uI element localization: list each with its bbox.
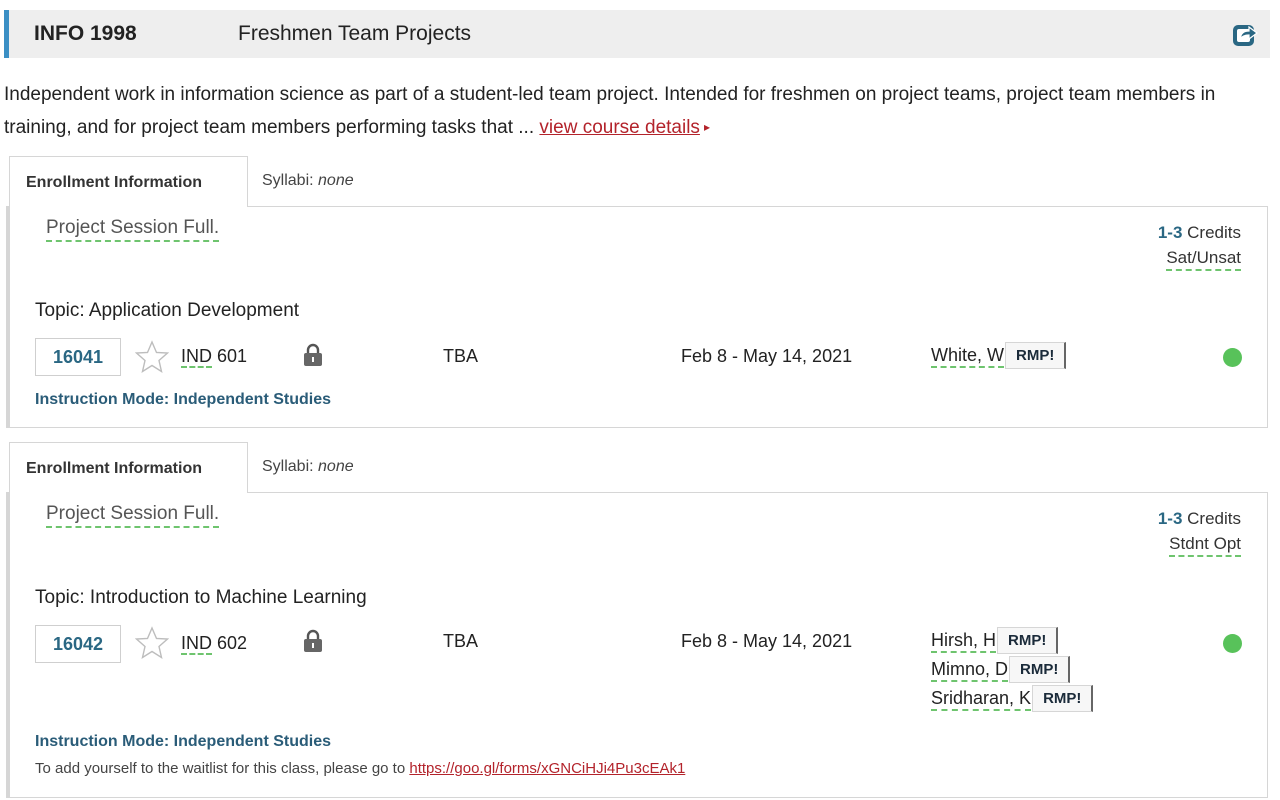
instructor-row: Sridharan, K RMP! xyxy=(931,684,1094,713)
credits-label: Credits xyxy=(1182,223,1241,242)
tab-syllabi[interactable]: Syllabi: none xyxy=(262,172,354,190)
instructors: White, W RMP! xyxy=(931,341,1067,370)
meeting-time: TBA xyxy=(443,346,479,366)
open-status-indicator xyxy=(1223,348,1242,367)
view-course-details-link[interactable]: view course details xyxy=(539,117,700,138)
rmp-button[interactable]: RMP! xyxy=(1009,656,1071,683)
topic: Topic: Introduction to Machine Learning xyxy=(35,587,367,608)
enrollment-panel: Project Session Full. 1-3 Credits Stdnt … xyxy=(6,492,1268,798)
syllabi-label: Syllabi: xyxy=(262,172,319,189)
meeting-time: TBA xyxy=(443,631,479,651)
section-number: 601 xyxy=(212,346,248,366)
credits-info: 1-3 Credits Stdnt Opt xyxy=(1158,506,1241,557)
credits-value: 1-3 xyxy=(1157,223,1183,242)
class-number[interactable]: 16041 xyxy=(35,338,121,376)
syllabi-label: Syllabi: xyxy=(262,458,319,475)
instructor-row: Mimno, D RMP! xyxy=(931,655,1093,684)
instruction-mode: Instruction Mode: Independent Studies xyxy=(35,733,331,750)
class-number[interactable]: 16042 xyxy=(35,625,121,663)
syllabi-value: none xyxy=(318,458,354,475)
instructors: Hirsh, H RMP! Mimno, D RMP! Sridharan, K… xyxy=(931,626,1094,713)
component: IND 602 xyxy=(181,633,248,655)
instructor-name[interactable]: Sridharan, K xyxy=(931,687,1032,711)
tab-enrollment-information[interactable]: Enrollment Information xyxy=(9,156,248,207)
lock-icon xyxy=(304,343,322,366)
component-type: IND xyxy=(181,633,212,655)
grading-basis: Stdnt Opt xyxy=(1169,533,1241,557)
section-number: 602 xyxy=(212,633,248,653)
star-icon[interactable] xyxy=(135,340,169,374)
topic: Topic: Application Development xyxy=(35,300,300,321)
enrollment-panel: Project Session Full. 1-3 Credits Sat/Un… xyxy=(6,206,1268,428)
waitlist-link[interactable]: https://goo.gl/forms/xGNCiHJi4Pu3cEAk1 xyxy=(409,760,685,777)
caret-right-icon: ▸ xyxy=(703,120,710,134)
rmp-button[interactable]: RMP! xyxy=(1005,342,1067,369)
course-code: INFO 1998 xyxy=(34,22,137,45)
component-type: IND xyxy=(181,346,212,368)
instructor-name[interactable]: Hirsh, H xyxy=(931,629,997,653)
rmp-button[interactable]: RMP! xyxy=(1032,685,1094,712)
open-status-indicator xyxy=(1223,634,1242,653)
syllabi-value: none xyxy=(318,172,354,189)
rmp-button[interactable]: RMP! xyxy=(997,627,1059,654)
status-note: Project Session Full. xyxy=(46,217,220,242)
status-note: Project Session Full. xyxy=(46,503,220,528)
instructor-row: Hirsh, H RMP! xyxy=(931,626,1093,655)
tab-enrollment-information[interactable]: Enrollment Information xyxy=(9,442,248,493)
instructor-name[interactable]: Mimno, D xyxy=(931,658,1009,682)
class-section-1: Enrollment Information Syllabi: none Pro… xyxy=(6,156,1268,428)
course-description: Independent work in information science … xyxy=(4,78,1274,144)
waitlist-text: To add yourself to the waitlist for this… xyxy=(35,760,410,777)
waitlist-note: To add yourself to the waitlist for this… xyxy=(35,760,685,777)
share-icon[interactable] xyxy=(1232,21,1258,47)
course-header: INFO 1998 Freshmen Team Projects xyxy=(4,10,1270,58)
tab-syllabi[interactable]: Syllabi: none xyxy=(262,458,354,476)
instructor-name[interactable]: White, W xyxy=(931,344,1005,368)
lock-icon xyxy=(304,629,322,652)
instructor-row: White, W RMP! xyxy=(931,341,1067,370)
star-icon[interactable] xyxy=(135,626,169,660)
grading-basis: Sat/Unsat xyxy=(1166,247,1241,271)
credits-value: 1-3 xyxy=(1157,509,1183,528)
course-title: Freshmen Team Projects xyxy=(238,22,472,45)
credits-info: 1-3 Credits Sat/Unsat xyxy=(1158,220,1241,271)
meeting-dates: Feb 8 - May 14, 2021 xyxy=(681,631,853,651)
component: IND 601 xyxy=(181,346,248,368)
class-section-2: Enrollment Information Syllabi: none Pro… xyxy=(6,442,1268,798)
credits-label: Credits xyxy=(1182,509,1241,528)
instruction-mode: Instruction Mode: Independent Studies xyxy=(35,391,331,408)
meeting-dates: Feb 8 - May 14, 2021 xyxy=(681,346,853,366)
